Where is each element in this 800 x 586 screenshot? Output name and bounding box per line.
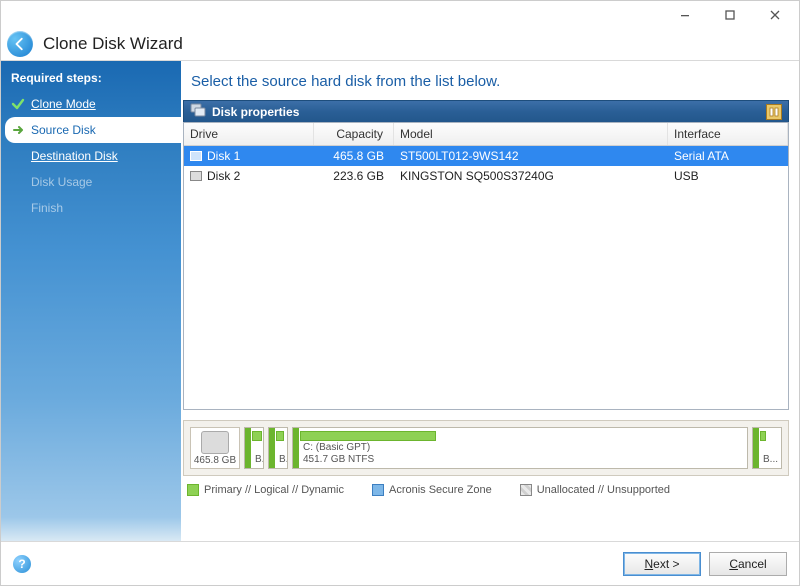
partition-block[interactable]: B... (268, 427, 288, 469)
back-button[interactable] (7, 31, 33, 57)
col-model[interactable]: Model (394, 123, 668, 145)
hdd-icon (201, 431, 229, 454)
step-label: Source Disk (31, 123, 96, 137)
disk-layout-capacity: 465.8 GB (194, 454, 236, 468)
legend-unallocated: Unallocated // Unsupported (520, 484, 670, 496)
step-finish: Finish (1, 195, 181, 221)
disk-icon (190, 151, 202, 161)
disks-icon (190, 103, 206, 120)
partition-detail: 451.7 GB NTFS (303, 454, 743, 466)
step-source-disk[interactable]: Source Disk (5, 117, 181, 143)
partition-block[interactable]: B... (244, 427, 264, 469)
sidebar: Required steps: Clone Mode Source Disk D… (1, 61, 181, 541)
wizard-header: Clone Disk Wizard (1, 29, 799, 61)
maximize-button[interactable] (707, 1, 752, 29)
partition-name: C: (Basic GPT) (303, 442, 743, 454)
footer: ? Next > Cancel (1, 541, 799, 585)
disk-icon (190, 171, 202, 181)
blank-icon (11, 175, 25, 189)
legend: Primary // Logical // Dynamic Acronis Se… (183, 476, 789, 500)
step-label: Disk Usage (31, 175, 92, 189)
disk-row[interactable]: Disk 2 223.6 GB KINGSTON SQ500S37240G US… (184, 166, 788, 186)
blank-icon (11, 201, 25, 215)
step-label: Destination Disk (31, 149, 118, 163)
page-heading: Select the source hard disk from the lis… (183, 67, 789, 100)
cancel-button[interactable]: Cancel (709, 552, 787, 576)
step-clone-mode[interactable]: Clone Mode (1, 91, 181, 117)
main-pane: Select the source hard disk from the lis… (181, 61, 799, 541)
titlebar-controls (1, 1, 799, 29)
step-label: Finish (31, 201, 63, 215)
next-button[interactable]: Next > (623, 552, 701, 576)
help-button[interactable]: ? (13, 555, 31, 573)
disk-layout-disk-icon[interactable]: 465.8 GB (190, 427, 240, 469)
blank-icon (11, 149, 25, 163)
disk-layout-panel: 465.8 GB B... B... C: (Basic GPT) 451.7 … (183, 420, 789, 476)
disk-list-header: Drive Capacity Model Interface (184, 123, 788, 146)
partition-block[interactable]: C: (Basic GPT) 451.7 GB NTFS (292, 427, 748, 469)
step-destination-disk[interactable]: Destination Disk (1, 143, 181, 169)
partition-block[interactable]: B... (752, 427, 782, 469)
disk-properties-header: Disk properties (183, 100, 789, 122)
step-disk-usage: Disk Usage (1, 169, 181, 195)
legend-secure-zone: Acronis Secure Zone (372, 484, 492, 496)
columns-chooser-button[interactable] (766, 104, 782, 120)
check-icon (11, 97, 25, 111)
disk-list: Drive Capacity Model Interface Disk 1 46… (183, 122, 789, 410)
sidebar-heading: Required steps: (1, 65, 181, 91)
arrow-right-icon (11, 123, 25, 137)
disk-row[interactable]: Disk 1 465.8 GB ST500LT012-9WS142 Serial… (184, 146, 788, 166)
close-button[interactable] (752, 1, 797, 29)
legend-primary: Primary // Logical // Dynamic (187, 484, 344, 496)
step-label: Clone Mode (31, 97, 96, 111)
minimize-button[interactable] (662, 1, 707, 29)
col-drive[interactable]: Drive (184, 123, 314, 145)
col-capacity[interactable]: Capacity (314, 123, 394, 145)
panel-title-label: Disk properties (212, 105, 299, 119)
col-interface[interactable]: Interface (668, 123, 788, 145)
wizard-title: Clone Disk Wizard (43, 34, 183, 54)
